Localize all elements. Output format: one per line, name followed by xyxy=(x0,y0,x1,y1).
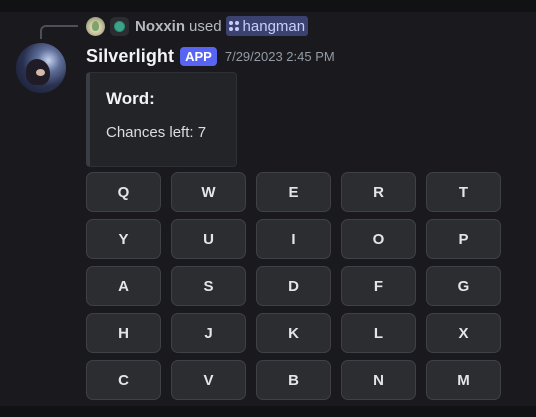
letter-button-e[interactable]: E xyxy=(256,172,331,212)
letter-button-y[interactable]: Y xyxy=(86,219,161,259)
letter-button-w[interactable]: W xyxy=(171,172,246,212)
status-dot xyxy=(114,20,125,32)
letter-button-s[interactable]: S xyxy=(171,266,246,306)
letter-button-o[interactable]: O xyxy=(341,219,416,259)
letter-button-n[interactable]: N xyxy=(341,360,416,400)
letter-button-h[interactable]: H xyxy=(86,313,161,353)
letter-button-p[interactable]: P xyxy=(426,219,501,259)
letter-button-j[interactable]: J xyxy=(171,313,246,353)
slash-command-icon xyxy=(228,21,239,31)
bot-avatar-icon[interactable] xyxy=(16,43,66,93)
letter-keyboard: Q W E R T Y U I O P A S D F G H J K L X … xyxy=(86,172,501,400)
reply-spine-line xyxy=(40,25,78,39)
message-view: Noxxin used hangman Silverlight APP 7/29… xyxy=(0,0,536,417)
letter-button-v[interactable]: V xyxy=(171,360,246,400)
command-usage-verb: used xyxy=(189,17,222,35)
user-avatar-icon[interactable] xyxy=(86,16,105,36)
letter-button-u[interactable]: U xyxy=(171,219,246,259)
top-divider xyxy=(0,0,536,12)
message-header: Silverlight APP 7/29/2023 2:45 PM xyxy=(86,44,335,68)
letter-button-b[interactable]: B xyxy=(256,360,331,400)
letter-button-x[interactable]: X xyxy=(426,313,501,353)
command-user-name[interactable]: Noxxin xyxy=(135,18,185,35)
command-usage-row: Noxxin used hangman xyxy=(86,15,309,37)
letter-button-l[interactable]: L xyxy=(341,313,416,353)
letter-button-k[interactable]: K xyxy=(256,313,331,353)
letter-button-q[interactable]: Q xyxy=(86,172,161,212)
command-chip[interactable]: hangman xyxy=(225,16,309,36)
letter-button-r[interactable]: R xyxy=(341,172,416,212)
command-name: hangman xyxy=(242,17,306,35)
letter-button-a[interactable]: A xyxy=(86,266,161,306)
author-name[interactable]: Silverlight xyxy=(86,46,174,67)
letter-button-g[interactable]: G xyxy=(426,266,501,306)
game-embed: Word: Chances left: 7 xyxy=(86,72,237,167)
letter-button-d[interactable]: D xyxy=(256,266,331,306)
letter-button-c[interactable]: C xyxy=(86,360,161,400)
letter-button-m[interactable]: M xyxy=(426,360,501,400)
bottom-divider xyxy=(0,406,536,417)
online-status-icon xyxy=(110,16,129,36)
letter-button-t[interactable]: T xyxy=(426,172,501,212)
embed-description: Chances left: 7 xyxy=(106,124,207,141)
message-timestamp: 7/29/2023 2:45 PM xyxy=(224,48,335,64)
letter-button-i[interactable]: I xyxy=(256,219,331,259)
app-badge: APP xyxy=(180,46,217,66)
embed-title: Word: xyxy=(106,89,155,108)
letter-button-f[interactable]: F xyxy=(341,266,416,306)
